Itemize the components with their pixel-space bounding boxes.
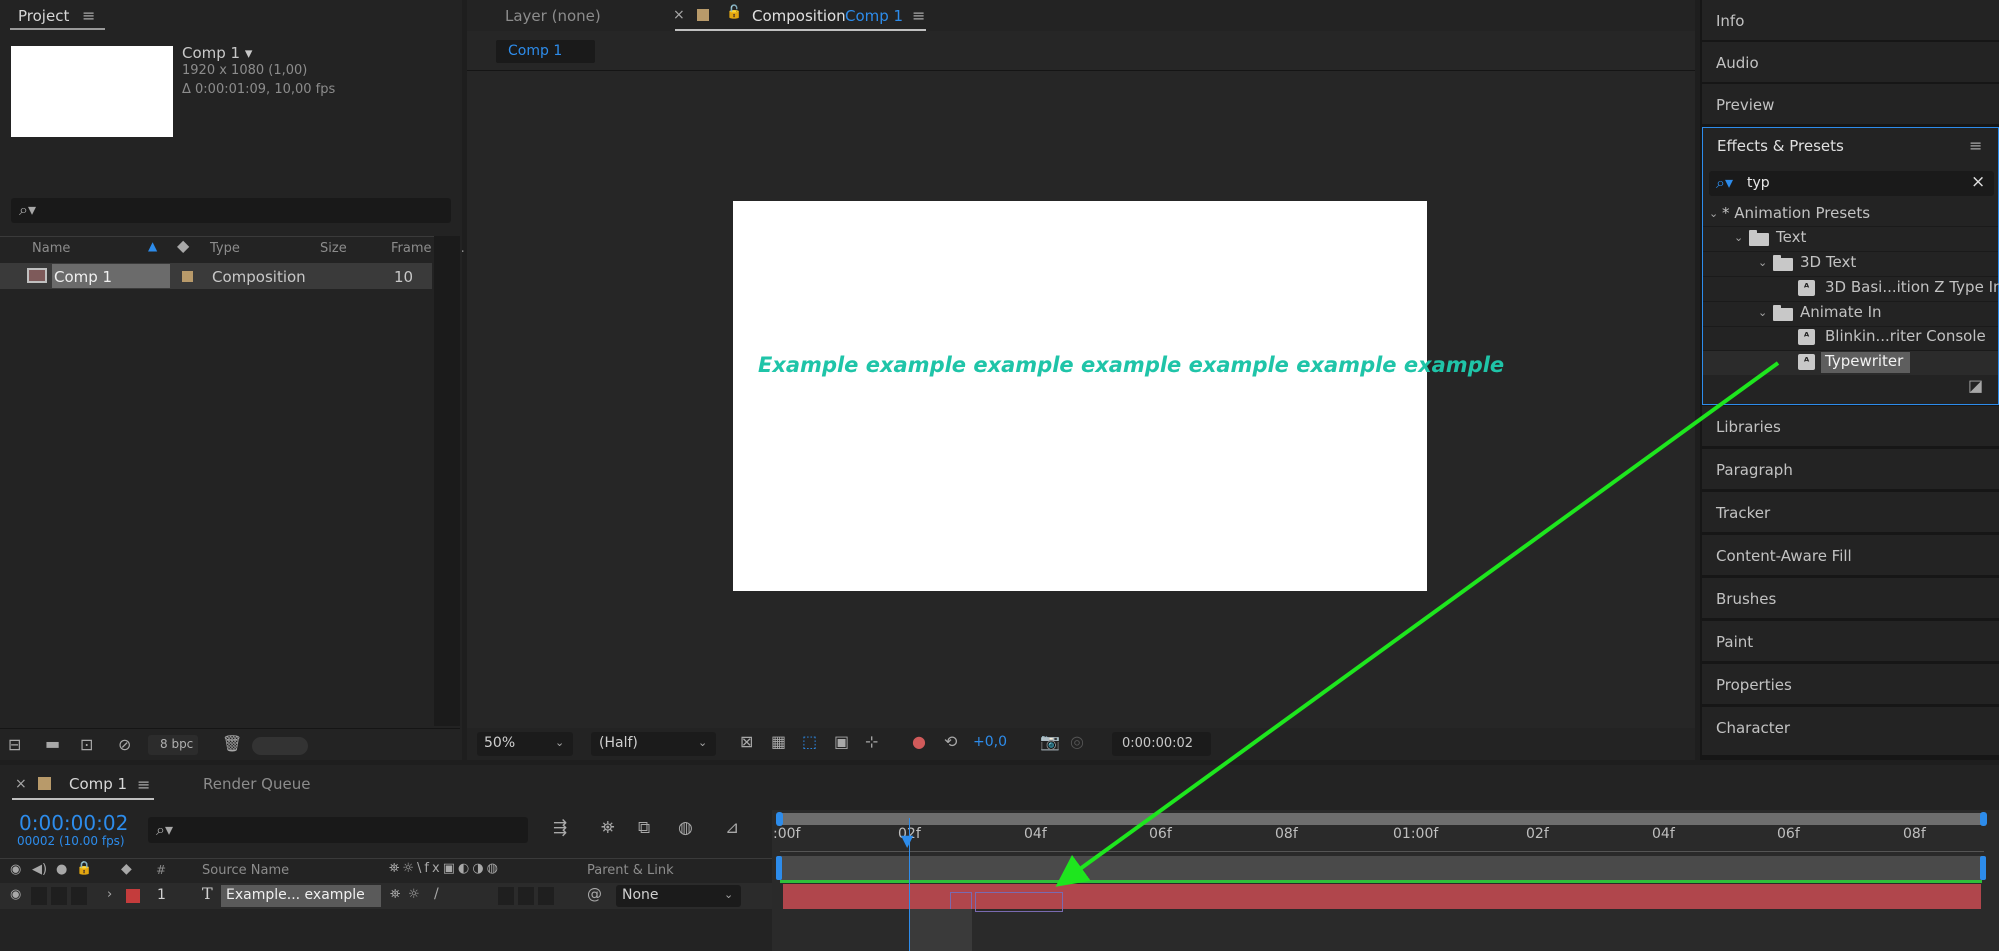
drag-arrow-annotation xyxy=(1055,361,1780,887)
arrow-line xyxy=(1055,361,1780,887)
